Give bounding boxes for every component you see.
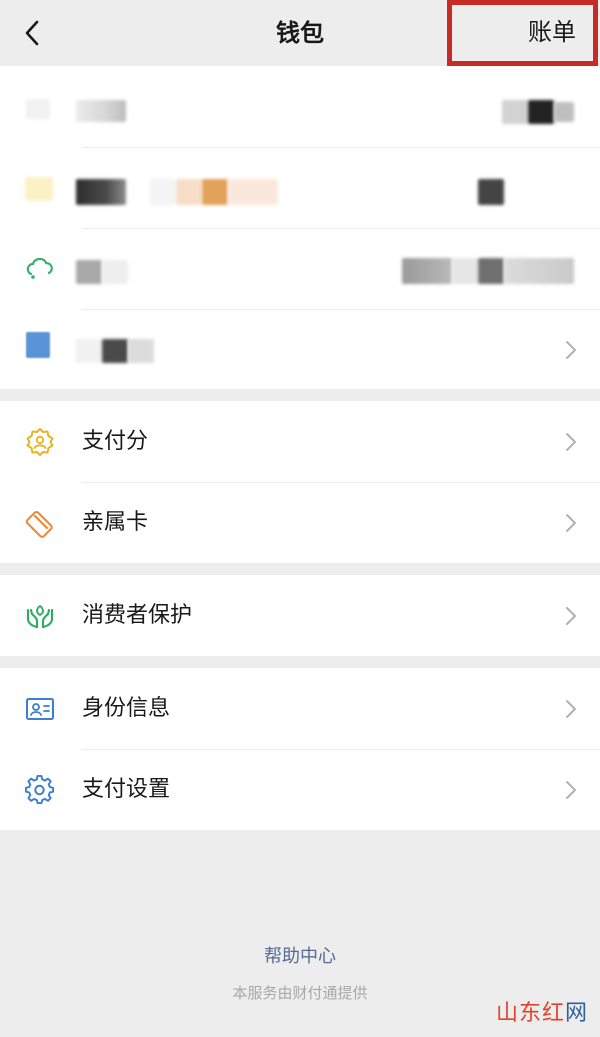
help-center-link[interactable]: 帮助中心 bbox=[0, 942, 600, 968]
masked-account-row[interactable] bbox=[0, 147, 600, 228]
watermark-text: 网 bbox=[564, 1001, 588, 1026]
back-button[interactable] bbox=[14, 14, 50, 52]
family-card-row[interactable]: 亲属卡 bbox=[0, 482, 600, 563]
top-bar: 钱包 账单 bbox=[0, 0, 600, 66]
family-card-icon bbox=[25, 510, 53, 538]
payment-score-label: 支付分 bbox=[82, 429, 149, 454]
id-info-label: 身份信息 bbox=[82, 696, 171, 721]
masked-text bbox=[76, 260, 102, 284]
masked-text bbox=[76, 179, 126, 205]
consumer-protection-icon bbox=[26, 605, 54, 629]
masked-icon bbox=[26, 257, 53, 279]
masked-account-row[interactable] bbox=[0, 309, 600, 390]
masked-value bbox=[478, 258, 504, 284]
watermark-text: 山东红 bbox=[495, 1001, 565, 1026]
masked-account-row[interactable] bbox=[0, 228, 600, 309]
payment-settings-label: 支付设置 bbox=[82, 777, 171, 802]
gear-icon bbox=[24, 774, 55, 805]
masked-icon bbox=[26, 99, 50, 119]
payment-settings-row[interactable]: 支付设置 bbox=[0, 749, 600, 830]
chevron-right-icon bbox=[566, 433, 576, 451]
credit-group: 支付分 亲属卡 bbox=[0, 401, 600, 563]
chevron-left-icon bbox=[25, 20, 39, 46]
masked-text bbox=[128, 339, 154, 363]
masked-text bbox=[76, 339, 102, 363]
chevron-right-icon bbox=[566, 341, 576, 359]
masked-value bbox=[504, 258, 574, 284]
chevron-right-icon bbox=[566, 607, 576, 625]
masked-icon bbox=[26, 332, 50, 358]
family-card-label: 亲属卡 bbox=[82, 510, 149, 535]
chevron-right-icon bbox=[566, 781, 576, 799]
chevron-right-icon bbox=[566, 700, 576, 718]
masked-value bbox=[502, 100, 528, 124]
masked-text bbox=[150, 179, 176, 205]
masked-text bbox=[102, 339, 128, 363]
masked-text bbox=[228, 179, 278, 205]
masked-value bbox=[554, 102, 574, 122]
bill-button[interactable]: 账单 bbox=[528, 0, 576, 66]
id-info-row[interactable]: 身份信息 bbox=[0, 668, 600, 749]
masked-value bbox=[528, 100, 554, 124]
id-card-icon bbox=[26, 698, 54, 720]
masked-text bbox=[76, 100, 126, 122]
account-group bbox=[0, 66, 600, 389]
masked-account-row[interactable] bbox=[0, 66, 600, 147]
masked-value bbox=[402, 258, 452, 284]
wallet-page: 钱包 账单 支付分 亲属卡 消费者保护 身份信息 支付设置 帮助中心 本服务由财… bbox=[0, 0, 600, 1037]
masked-value bbox=[452, 258, 478, 284]
masked-text bbox=[102, 260, 128, 284]
masked-value bbox=[478, 179, 504, 205]
watermark: 山东红网 bbox=[496, 995, 588, 1027]
masked-icon bbox=[25, 177, 53, 201]
payment-score-row[interactable]: 支付分 bbox=[0, 401, 600, 482]
consumer-protection-row[interactable]: 消费者保护 bbox=[0, 575, 600, 656]
consumer-protection-label: 消费者保护 bbox=[82, 603, 193, 628]
masked-text bbox=[176, 179, 202, 205]
masked-text bbox=[202, 179, 228, 205]
chevron-right-icon bbox=[566, 514, 576, 532]
protection-group: 消费者保护 bbox=[0, 575, 600, 656]
payment-score-icon bbox=[26, 428, 54, 456]
settings-group: 身份信息 支付设置 bbox=[0, 668, 600, 830]
